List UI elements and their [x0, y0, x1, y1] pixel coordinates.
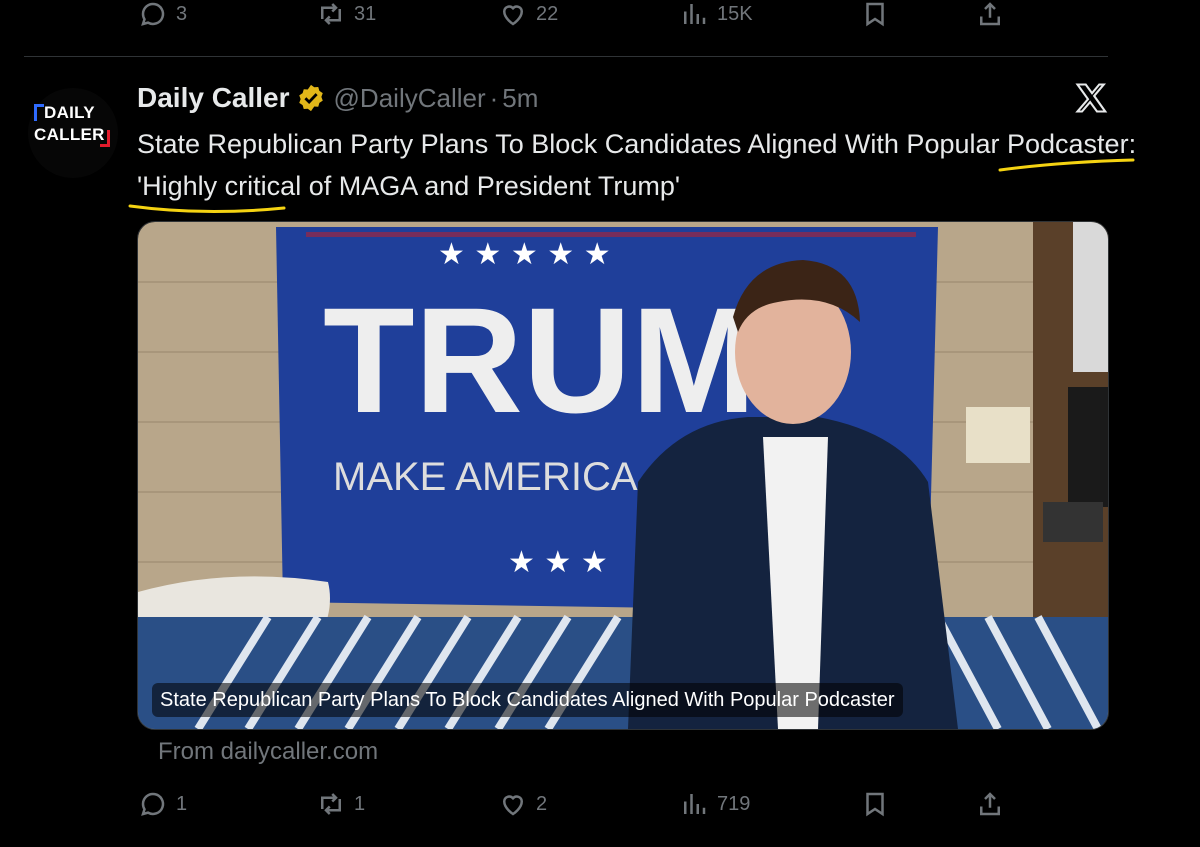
- views-button[interactable]: 719: [679, 784, 750, 824]
- previous-tweet-action-bar: 3 31 22 15K: [0, 0, 1200, 34]
- views-count: 719: [717, 792, 751, 815]
- reply-button[interactable]: 1: [138, 784, 187, 824]
- reply-icon: [141, 2, 165, 26]
- bookmark-button[interactable]: [860, 784, 890, 824]
- timestamp[interactable]: 5m: [502, 83, 538, 114]
- repost-button[interactable]: 31: [316, 0, 376, 34]
- author-name[interactable]: Daily Caller: [137, 82, 290, 114]
- author-handle[interactable]: @DailyCaller: [334, 83, 486, 114]
- tweet-divider: [24, 56, 1108, 57]
- svg-text:★ ★ ★: ★ ★ ★: [508, 545, 608, 580]
- repost-button[interactable]: 1: [316, 784, 365, 824]
- share-icon: [980, 792, 1000, 816]
- logo-text-caller: CALLER: [34, 125, 105, 144]
- bookmark-icon: [866, 2, 884, 27]
- tweet-text: State Republican Party Plans To Block Ca…: [137, 129, 1137, 201]
- reply-count: 3: [176, 2, 188, 25]
- separator-dot: ·: [489, 82, 499, 113]
- card-image: ★ ★ ★ ★ ★ TRUM MAKE AMERICA G ★ ★ ★: [138, 222, 1108, 729]
- reply-count: 1: [176, 792, 188, 815]
- flag-slogan: MAKE AMERICA G: [333, 455, 678, 499]
- like-button[interactable]: 2: [498, 784, 547, 824]
- link-card[interactable]: ★ ★ ★ ★ ★ TRUM MAKE AMERICA G ★ ★ ★ Stat…: [137, 221, 1109, 730]
- like-button[interactable]: 22: [498, 0, 558, 34]
- like-icon: [502, 795, 524, 816]
- share-button[interactable]: [975, 784, 1005, 824]
- repost-icon: [321, 3, 341, 25]
- repost-count: 1: [354, 792, 366, 815]
- flag-word-trump: TRUM: [323, 276, 756, 444]
- repost-count: 31: [354, 2, 377, 25]
- avatar[interactable]: DAILY CALLER: [28, 88, 118, 178]
- svg-text:★ ★ ★ ★ ★: ★ ★ ★ ★ ★: [438, 237, 611, 272]
- card-caption: State Republican Party Plans To Block Ca…: [152, 683, 903, 717]
- like-count: 22: [536, 2, 559, 25]
- bookmark-icon: [866, 792, 884, 817]
- repost-icon: [321, 793, 341, 815]
- card-source[interactable]: From dailycaller.com: [158, 738, 378, 766]
- logo-text-daily: DAILY: [44, 103, 95, 122]
- views-count: 15K: [717, 2, 753, 25]
- views-button[interactable]: 15K: [679, 0, 753, 34]
- views-icon: [684, 4, 706, 24]
- x-logo-icon[interactable]: [1072, 80, 1110, 116]
- tweet-action-bar: 1 1 2 719: [0, 784, 1200, 824]
- share-button[interactable]: [975, 0, 1005, 34]
- views-icon: [684, 794, 706, 814]
- tweet-header: Daily Caller @DailyCaller · 5m: [137, 80, 538, 116]
- daily-caller-logo: DAILY CALLER: [34, 102, 114, 147]
- share-icon: [980, 2, 1000, 26]
- reply-button[interactable]: 3: [138, 0, 187, 34]
- verified-badge-icon[interactable]: [296, 83, 326, 113]
- like-icon: [502, 5, 524, 26]
- like-count: 2: [536, 792, 548, 815]
- reply-icon: [141, 792, 165, 816]
- bookmark-button[interactable]: [860, 0, 890, 34]
